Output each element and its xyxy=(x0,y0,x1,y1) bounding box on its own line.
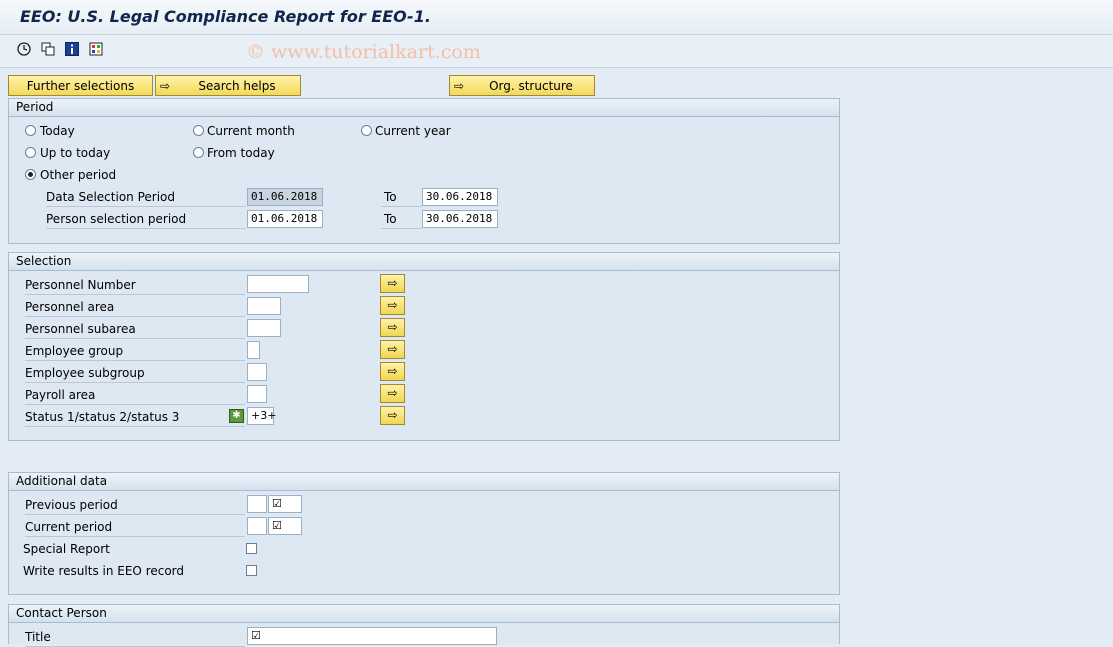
contact-person-group: Contact Person Title ☑ xyxy=(8,604,840,647)
search-helps-button[interactable]: ⇨ Search helps xyxy=(155,75,301,96)
from-today-label: From today xyxy=(207,146,275,160)
employee-group-input[interactable] xyxy=(247,341,260,359)
multiple-selection-button[interactable]: ⇨ xyxy=(380,340,405,359)
variant-icon[interactable] xyxy=(40,41,56,57)
search-helps-label: Search helps xyxy=(198,78,276,93)
arrow-right-icon: ⇨ xyxy=(453,78,465,93)
status-label: Status 1/status 2/status 3 xyxy=(25,408,245,427)
special-report-label: Special Report xyxy=(23,542,110,556)
title-bar: EEO: U.S. Legal Compliance Report for EE… xyxy=(0,0,1113,35)
current-period-check-input[interactable]: ☑ xyxy=(268,517,302,535)
data-selection-to-label: To xyxy=(381,188,422,207)
today-label: Today xyxy=(40,124,75,138)
write-results-label: Write results in EEO record xyxy=(23,564,185,578)
arrow-right-icon: ⇨ xyxy=(387,342,398,356)
personnel-area-label: Personnel area xyxy=(25,298,245,317)
personnel-area-input[interactable] xyxy=(247,297,281,315)
multiple-selection-button[interactable]: ⇨ xyxy=(380,274,405,293)
selection-group: Selection Personnel Number ⇨ Personnel a… xyxy=(8,252,840,441)
data-selection-from-input[interactable]: 01.06.2018 xyxy=(247,188,323,206)
radio-other-period[interactable] xyxy=(25,169,36,180)
arrow-right-icon: ⇨ xyxy=(387,276,398,290)
app-toolbar: © www.tutorialkart.com xyxy=(0,35,1113,68)
personnel-subarea-input[interactable] xyxy=(247,319,281,337)
previous-period-label: Previous period xyxy=(25,496,245,515)
up-to-today-label: Up to today xyxy=(40,146,111,160)
multiple-selection-button[interactable]: ⇨ xyxy=(380,406,405,425)
radio-from-today[interactable] xyxy=(193,147,204,158)
person-selection-from-input[interactable]: 01.06.2018 xyxy=(247,210,323,228)
current-period-input[interactable] xyxy=(247,517,267,535)
personnel-number-label: Personnel Number xyxy=(25,276,245,295)
additional-data-group: Additional data Previous period ☑ Curren… xyxy=(8,472,840,595)
data-selection-period-label: Data Selection Period xyxy=(46,188,246,207)
page-title: EEO: U.S. Legal Compliance Report for EE… xyxy=(20,7,431,26)
employee-subgroup-label: Employee subgroup xyxy=(25,364,245,383)
write-results-checkbox[interactable] xyxy=(246,565,257,576)
person-selection-period-label: Person selection period xyxy=(46,210,246,229)
further-selections-button[interactable]: Further selections xyxy=(8,75,153,96)
personnel-number-input[interactable] xyxy=(247,275,309,293)
selection-option-icon[interactable]: ✱ xyxy=(229,409,244,423)
info-icon[interactable] xyxy=(64,41,80,57)
radio-today[interactable] xyxy=(25,125,36,136)
period-group: Period Today Current month Current year … xyxy=(8,98,840,244)
arrow-right-icon: ⇨ xyxy=(387,364,398,378)
contact-person-heading: Contact Person xyxy=(9,605,839,623)
org-structure-button[interactable]: ⇨ Org. structure xyxy=(449,75,595,96)
arrow-right-icon: ⇨ xyxy=(387,320,398,334)
current-year-label: Current year xyxy=(375,124,451,138)
previous-period-check-input[interactable]: ☑ xyxy=(268,495,302,513)
period-heading: Period xyxy=(9,99,839,117)
layout-icon[interactable] xyxy=(88,41,104,57)
execute-icon[interactable] xyxy=(16,41,32,57)
further-selections-label: Further selections xyxy=(26,78,135,93)
multiple-selection-button[interactable]: ⇨ xyxy=(380,296,405,315)
radio-current-month[interactable] xyxy=(193,125,204,136)
arrow-right-icon: ⇨ xyxy=(387,298,398,312)
previous-period-input[interactable] xyxy=(247,495,267,513)
watermark-text: © www.tutorialkart.com xyxy=(246,41,481,63)
person-selection-to-label: To xyxy=(381,210,422,229)
data-selection-to-input[interactable]: 30.06.2018 xyxy=(422,188,498,206)
current-month-label: Current month xyxy=(207,124,295,138)
org-structure-label: Org. structure xyxy=(489,78,573,93)
selection-heading: Selection xyxy=(9,253,839,271)
payroll-area-input[interactable] xyxy=(247,385,267,403)
status-input[interactable]: +3+ xyxy=(247,407,276,425)
multiple-selection-button[interactable]: ⇨ xyxy=(380,384,405,403)
personnel-subarea-label: Personnel subarea xyxy=(25,320,245,339)
arrow-right-icon: ⇨ xyxy=(387,408,398,422)
employee-group-label: Employee group xyxy=(25,342,245,361)
person-selection-to-input[interactable]: 30.06.2018 xyxy=(422,210,498,228)
radio-up-to-today[interactable] xyxy=(25,147,36,158)
multiple-selection-button[interactable]: ⇨ xyxy=(380,318,405,337)
title-input[interactable]: ☑ xyxy=(247,627,497,645)
multiple-selection-button[interactable]: ⇨ xyxy=(380,362,405,381)
radio-current-year[interactable] xyxy=(361,125,372,136)
current-period-label: Current period xyxy=(25,518,245,537)
arrow-right-icon: ⇨ xyxy=(159,78,171,93)
title-label: Title xyxy=(25,628,245,647)
payroll-area-label: Payroll area xyxy=(25,386,245,405)
employee-subgroup-input[interactable] xyxy=(247,363,267,381)
special-report-checkbox[interactable] xyxy=(246,543,257,554)
other-period-label: Other period xyxy=(40,168,117,182)
arrow-right-icon: ⇨ xyxy=(387,386,398,400)
additional-data-heading: Additional data xyxy=(9,473,839,491)
